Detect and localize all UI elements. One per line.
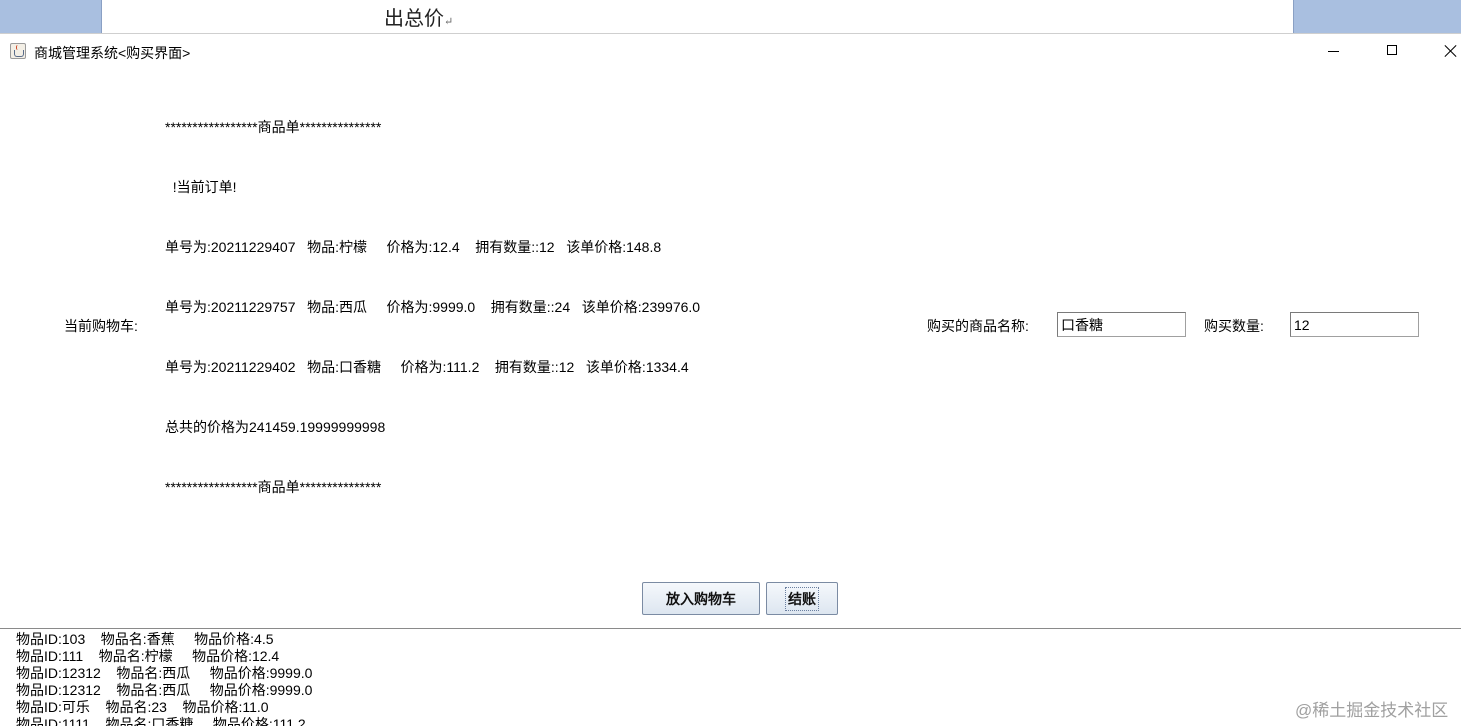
product-list[interactable]: 物品ID:103 物品名:香蕉 物品价格:4.5 物品ID:111 物品名:柠檬… xyxy=(0,628,1461,726)
maximize-button[interactable] xyxy=(1370,34,1416,68)
list-item: 物品ID:1111 物品名:口香糖 物品价格:111.2 xyxy=(16,716,306,726)
java-cup-icon xyxy=(10,43,26,59)
order-footer-line: *****************商品单*************** xyxy=(165,479,382,495)
list-item: 物品ID:111 物品名:柠檬 物品价格:12.4 xyxy=(16,648,280,664)
product-name-input[interactable] xyxy=(1057,312,1186,337)
quantity-label: 购买数量: xyxy=(1204,318,1264,334)
minimize-button[interactable] xyxy=(1310,34,1356,68)
window-title: 商城管理系统<购买界面> xyxy=(34,45,191,61)
checkout-button-label: 结账 xyxy=(785,586,819,611)
order-current-title: !当前订单! xyxy=(165,179,237,195)
close-icon xyxy=(1444,44,1458,58)
title-bar[interactable]: 商城管理系统<购买界面> xyxy=(0,34,1461,68)
order-header-line: *****************商品单*************** xyxy=(165,119,382,135)
minimize-icon xyxy=(1328,51,1339,52)
background-document-page: 出总价↵ xyxy=(101,0,1294,33)
maximize-icon xyxy=(1387,45,1397,55)
paragraph-mark-icon: ↵ xyxy=(444,15,454,28)
order-total: 总共的价格为241459.19999999998 xyxy=(165,419,386,435)
list-item: 物品ID:可乐 物品名:23 物品价格:11.0 xyxy=(16,699,269,715)
order-line-item: 单号为:20211229757 物品:西瓜 价格为:9999.0 拥有数量::2… xyxy=(165,299,701,315)
list-item: 物品ID:12312 物品名:西瓜 物品价格:9999.0 xyxy=(16,682,313,698)
order-receipt: *****************商品单*************** !当前订… xyxy=(165,77,700,537)
list-item: 物品ID:12312 物品名:西瓜 物品价格:9999.0 xyxy=(16,665,313,681)
app-window: 商城管理系统<购买界面> *****************商品单*******… xyxy=(0,33,1461,726)
watermark: @稀土掘金技术社区 xyxy=(1295,701,1449,720)
product-name-label: 购买的商品名称: xyxy=(927,318,1029,334)
close-button[interactable] xyxy=(1427,34,1461,68)
cart-label: 当前购物车: xyxy=(64,318,138,334)
checkout-button[interactable]: 结账 xyxy=(766,582,838,615)
order-line-item: 单号为:20211229407 物品:柠檬 价格为:12.4 拥有数量::12 … xyxy=(165,239,662,255)
order-line-item: 单号为:20211229402 物品:口香糖 价格为:111.2 拥有数量::1… xyxy=(165,359,689,375)
add-to-cart-button[interactable]: 放入购物车 xyxy=(642,582,760,615)
background-document-text: 出总价↵ xyxy=(384,6,454,30)
list-item: 物品ID:103 物品名:香蕉 物品价格:4.5 xyxy=(16,631,274,647)
background-document-strip: 出总价↵ xyxy=(0,0,1461,33)
quantity-input[interactable] xyxy=(1290,312,1419,337)
